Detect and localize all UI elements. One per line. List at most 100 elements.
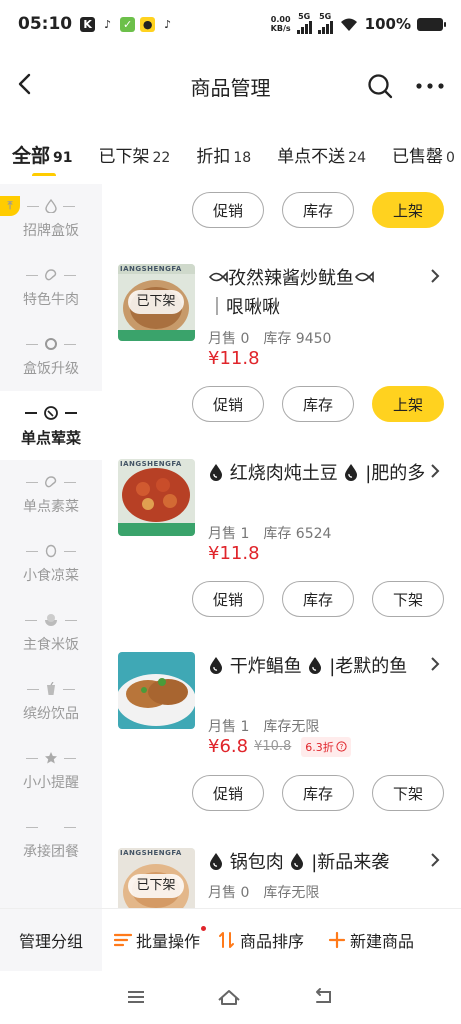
potato-icon (45, 544, 57, 558)
plus-icon (328, 931, 346, 948)
product-price: ¥11.8 (208, 348, 260, 369)
drop-icon (210, 464, 222, 481)
drop-icon (345, 464, 358, 481)
product-meta: 月售 0 库存 9450 (208, 331, 332, 347)
product-sort-button[interactable]: 商品排序 (218, 928, 304, 952)
tab-all[interactable]: 全部 91 (12, 141, 73, 176)
bottom-action-bar: 管理分组 批量操作 商品排序 新建商品 (0, 908, 461, 971)
stock-button[interactable]: 库存 (282, 775, 354, 811)
chevron-right-icon[interactable] (428, 852, 442, 868)
battery-icon (417, 17, 446, 31)
product-meta: 月售 0 库存无限 (208, 885, 320, 901)
on-shelf-button[interactable]: 上架 (372, 386, 444, 422)
sidebar-item-rice-upgrade[interactable]: 盒饭升级 (0, 322, 102, 391)
food-photo (118, 652, 195, 729)
action-row: 促销 库存 下架 (192, 581, 444, 617)
sidebar-item-signature-rice[interactable]: ⤒ 招牌盒饭 (0, 184, 102, 253)
battery-text: 100% (364, 15, 411, 33)
product-image: IANGSHENGFA 已下架 (118, 264, 195, 341)
product-price: ¥6.8 ¥10.8 6.3折? (208, 736, 351, 757)
rice-bowl-icon (45, 614, 57, 626)
category-sidebar: ⤒ 招牌盒饭 特色牛肉 盒饭升级 单点荤菜 单点素菜 小食凉菜 主食米饭 缤纷饮… (0, 184, 102, 908)
status-bar: 05:10 K ♪ ✓ ● ♪ 0.00 KB/s 5G 5G 100% (0, 0, 461, 48)
bean-icon (45, 476, 57, 488)
tab-sold-out[interactable]: 已售罄 0 (392, 142, 455, 167)
drop-icon (210, 853, 222, 870)
product-image: IANGSHENGFA 已下架 (118, 848, 195, 908)
action-row: 促销 库存 上架 (192, 386, 444, 422)
search-icon[interactable] (366, 72, 394, 100)
product-name: 锅包肉 |新品来袭 (208, 848, 426, 877)
tab-discount[interactable]: 折扣 18 (196, 142, 251, 167)
stock-button[interactable]: 库存 (282, 581, 354, 617)
status-time: 05:10 (18, 14, 73, 34)
drop-icon (210, 657, 222, 674)
manage-groups-button[interactable]: 管理分组 (0, 908, 102, 971)
stock-button[interactable]: 库存 (282, 386, 354, 422)
fish-icon (208, 271, 228, 283)
sidebar-item-drinks[interactable]: 缤纷饮品 (0, 667, 102, 736)
off-shelf-button[interactable]: 下架 (372, 581, 444, 617)
back-nav-icon[interactable] (312, 987, 336, 1007)
on-shelf-button[interactable]: 上架 (372, 192, 444, 228)
product-image (118, 652, 195, 729)
svg-text:?: ? (339, 743, 343, 751)
promo-button[interactable]: 促销 (192, 192, 264, 228)
product-name: 干炸鲳鱼 |老默的鱼 (208, 652, 426, 681)
off-shelf-badge: 已下架 (128, 290, 184, 314)
sidebar-item-beef[interactable]: 特色牛肉 (0, 253, 102, 322)
tiktok-icon-2: ♪ (164, 17, 172, 31)
product-name: 红烧肉炖土豆 |肥的多 (208, 459, 426, 488)
more-icon[interactable] (414, 72, 446, 100)
product-meta: 月售 1 库存 6524 (208, 526, 332, 542)
drop-icon (291, 853, 304, 870)
question-icon: ? (336, 741, 347, 752)
signal-2: 5G (317, 12, 333, 36)
app-bee-icon: ● (140, 16, 156, 32)
tab-single-no-delivery[interactable]: 单点不送 24 (277, 142, 366, 167)
sidebar-item-staple-rice[interactable]: 主食米饭 (0, 598, 102, 667)
bean-icon (45, 269, 57, 281)
chevron-right-icon[interactable] (428, 463, 442, 479)
chevron-right-icon[interactable] (428, 268, 442, 284)
discount-badge: 6.3折? (301, 736, 351, 757)
notification-dot (201, 925, 207, 931)
egg-icon (44, 405, 58, 420)
kuaishou-icon: K (80, 16, 96, 32)
menu-icon[interactable] (125, 988, 147, 1006)
home-icon[interactable] (216, 987, 242, 1007)
promo-button[interactable]: 促销 (192, 581, 264, 617)
app-green-icon: ✓ (120, 16, 136, 32)
thumb-caption: IANGSHENGFA (120, 265, 182, 273)
batch-operation-button[interactable]: 批量操作 (114, 925, 207, 952)
product-image: IANGSHENGFA (118, 459, 195, 536)
sidebar-item-veg-dish[interactable]: 单点素菜 (0, 460, 102, 529)
sort-icon (219, 931, 235, 948)
circle-icon (45, 338, 57, 350)
sidebar-item-snacks[interactable]: 小食凉菜 (0, 529, 102, 598)
drink-cup-icon (47, 682, 55, 695)
promo-button[interactable]: 促销 (192, 775, 264, 811)
product-list: 促销 库存 上架 IANGSHENGFA 已下架 孜然辣酱炒鱿鱼 ｜哏啾啾 月售 … (102, 184, 461, 908)
action-row: 促销 库存 下架 (192, 775, 444, 811)
sidebar-item-meat-dish[interactable]: 单点荤菜 (0, 391, 102, 460)
tab-off-shelf[interactable]: 已下架 22 (99, 142, 171, 167)
back-icon[interactable] (12, 70, 40, 98)
net-speed: 0.00 KB/s (270, 15, 291, 33)
drop-icon (309, 657, 322, 674)
tiktok-icon: ♪ (104, 17, 112, 31)
stock-button[interactable]: 库存 (282, 192, 354, 228)
off-shelf-button[interactable]: 下架 (372, 775, 444, 811)
promo-button[interactable]: 促销 (192, 386, 264, 422)
thumb-caption: IANGSHENGFA (120, 460, 182, 468)
fish-icon (354, 271, 374, 283)
sidebar-item-group-meal[interactable]: 承接团餐 (0, 805, 102, 874)
system-nav-bar (0, 970, 461, 1024)
chevron-right-icon[interactable] (428, 656, 442, 672)
pin-top-icon: ⤒ (0, 196, 20, 216)
new-product-button[interactable]: 新建商品 (328, 928, 414, 952)
sidebar-item-reminder[interactable]: 小小提醒 (0, 736, 102, 805)
header: 商品管理 (0, 60, 461, 112)
filter-tabs: 全部 91 已下架 22 折扣 18 单点不送 24 已售罄 0 (0, 132, 461, 176)
wifi-icon (340, 18, 357, 31)
